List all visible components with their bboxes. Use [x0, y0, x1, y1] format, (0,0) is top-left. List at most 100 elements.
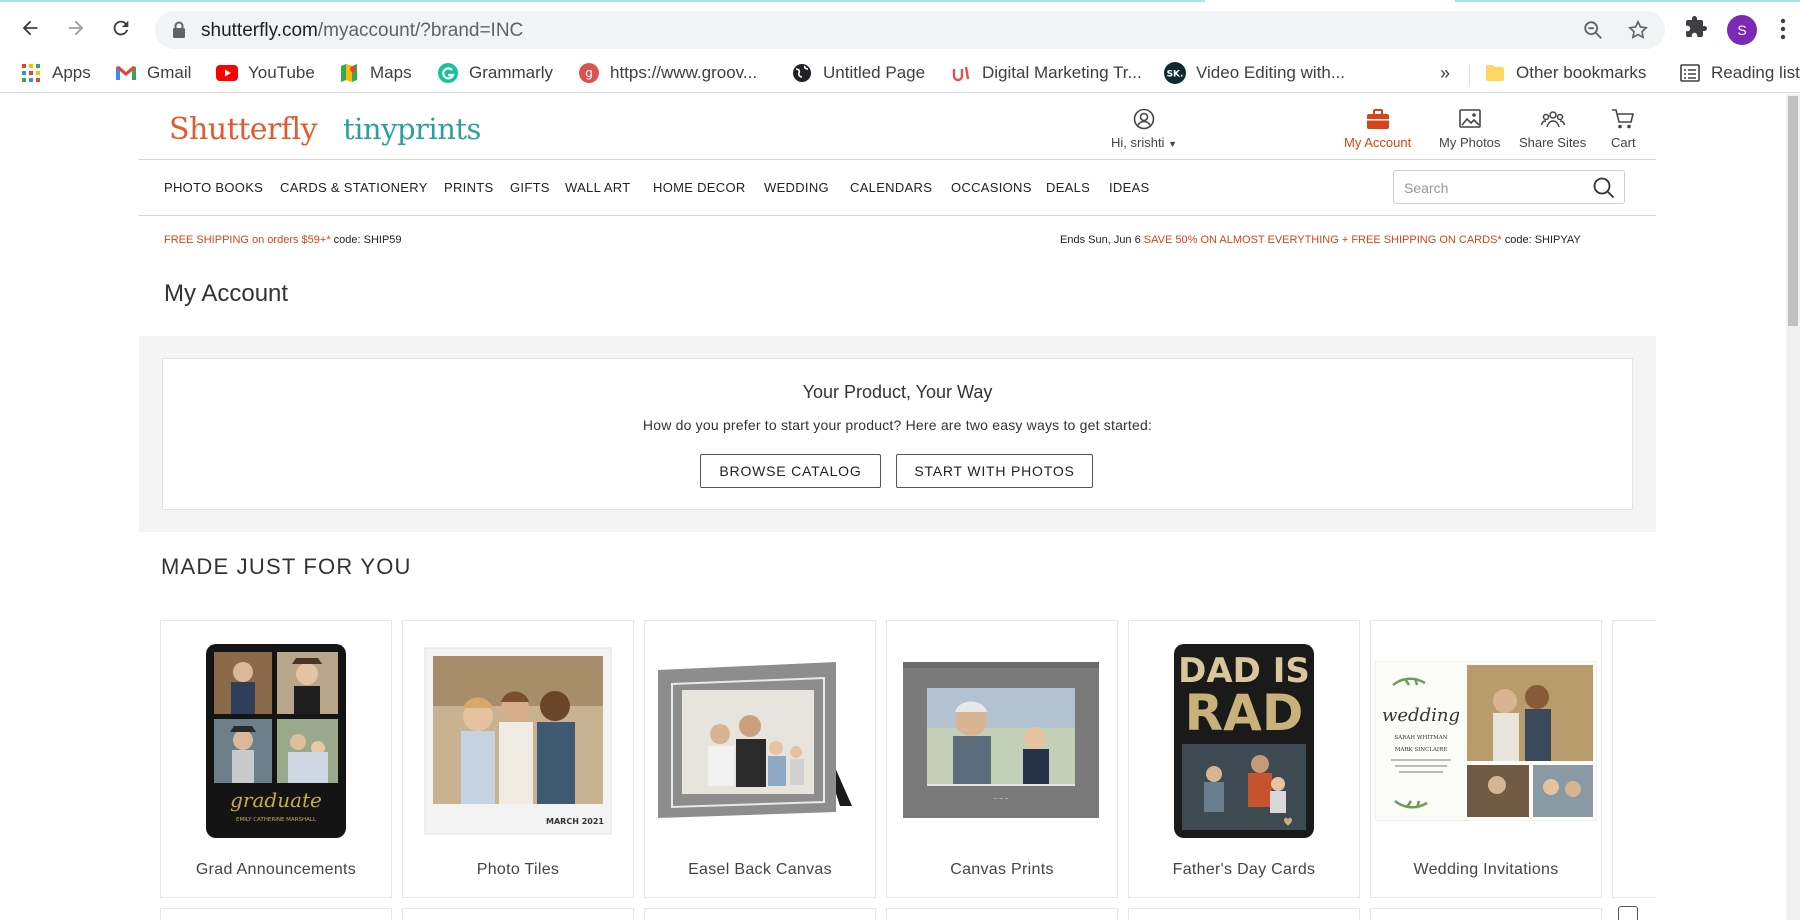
bookmarks-bar: Apps Gmail YouTube Maps Grammarly g http… [0, 53, 1800, 93]
user-icon [1133, 108, 1155, 130]
groove-icon: g [578, 62, 600, 84]
grad-caption-text: graduate [230, 788, 322, 812]
bookmark-grammarly[interactable]: Grammarly [437, 61, 553, 85]
category-nav: PHOTO BOOKS CARDS & STATIONERY PRINTS GI… [139, 160, 1656, 216]
page-title: My Account [164, 280, 289, 307]
page-scrollbar[interactable] [1786, 94, 1800, 920]
my-account-link[interactable]: My Account [1344, 108, 1411, 150]
browser-menu-icon[interactable] [1779, 17, 1787, 41]
product-tile-row2[interactable] [402, 908, 634, 920]
nav-prints[interactable]: PRINTS [444, 180, 493, 195]
address-bar[interactable]: shutterfly.com/myaccount/?brand=INC [155, 11, 1665, 49]
reload-icon [113, 20, 129, 36]
reload-button[interactable] [106, 13, 136, 43]
tile-label: Photo Tiles [476, 861, 560, 878]
bookmark-groove[interactable]: g https://www.groov... [578, 61, 757, 85]
product-carousel: graduate EMILY CATHERINE MARSHALL Grad A… [160, 620, 1656, 920]
nav-ideas[interactable]: IDEAS [1109, 180, 1150, 195]
svg-text:g: g [585, 66, 593, 80]
nav-cards-stationery[interactable]: CARDS & STATIONERY [280, 180, 428, 195]
shutterfly-logo[interactable]: Shutterfly [169, 112, 318, 147]
scrollbar-thumb[interactable] [1788, 96, 1798, 326]
my-photos-link[interactable]: My Photos [1439, 108, 1500, 150]
search-input[interactable] [1404, 178, 1584, 198]
product-tile-next-partial[interactable] [1612, 620, 1656, 898]
cart-link[interactable]: Cart [1611, 108, 1636, 150]
extensions-puzzle-icon[interactable] [1684, 15, 1708, 39]
product-tile-row2[interactable] [160, 908, 392, 920]
bookmark-digital-marketing[interactable]: Digital Marketing Tr... [950, 61, 1142, 85]
bookmark-apps[interactable]: Apps [20, 61, 91, 85]
maps-icon [338, 62, 360, 84]
nav-occasions[interactable]: OCCASIONS [951, 180, 1032, 195]
product-tile-wedding-invitations[interactable]: wedding SARAH WHITMAN MARK SINCLAIRE Wed… [1370, 620, 1602, 898]
product-tile-row2[interactable] [1370, 908, 1602, 920]
carousel-next-checkbox[interactable] [1618, 906, 1638, 920]
nav-home-decor[interactable]: HOME DECOR [653, 180, 746, 195]
bookmark-maps[interactable]: Maps [338, 61, 412, 85]
wedding-invitation-image: wedding SARAH WHITMAN MARK SINCLAIRE [1371, 641, 1601, 841]
back-arrow-icon [22, 20, 38, 36]
bookmark-youtube[interactable]: YouTube [216, 61, 315, 85]
tile-label: Easel Back Canvas [688, 861, 832, 878]
globe-icon [791, 62, 813, 84]
account-greeting-menu[interactable]: Hi, srishti ▼ [1111, 108, 1177, 150]
forward-arrow-icon [68, 20, 84, 36]
bookmark-star-icon[interactable] [1627, 19, 1649, 41]
nav-photo-books[interactable]: PHOTO BOOKS [164, 180, 263, 195]
nav-calendars[interactable]: CALENDARS [850, 180, 932, 195]
bookmarks-overflow-button[interactable]: » [1440, 61, 1450, 85]
zoom-icon[interactable] [1582, 19, 1604, 41]
cart-icon [1612, 109, 1635, 129]
reading-list-icon [1679, 62, 1701, 84]
product-tile-row2[interactable] [886, 908, 1118, 920]
browse-catalog-button[interactable]: BROWSE CATALOG [700, 454, 881, 488]
nav-wall-art[interactable]: WALL ART [565, 180, 631, 195]
site-search [1393, 170, 1625, 204]
udemy-icon [950, 62, 972, 84]
product-tile-photo-tiles[interactable]: MARCH 2021 Photo Tiles [402, 620, 634, 898]
grammarly-icon [437, 62, 459, 84]
nav-deals[interactable]: DEALS [1046, 180, 1090, 195]
search-icon[interactable] [1592, 176, 1616, 200]
back-button[interactable] [15, 13, 45, 43]
product-tile-grad-announcements[interactable]: graduate EMILY CATHERINE MARSHALL Grad A… [160, 620, 392, 898]
start-with-photos-button[interactable]: START WITH PHOTOS [896, 454, 1093, 488]
bookmark-gmail[interactable]: Gmail [115, 61, 191, 85]
nav-wedding[interactable]: WEDDING [764, 180, 829, 195]
nav-gifts[interactable]: GIFTS [510, 180, 550, 195]
web-page: Shutterfly tinyprints Hi, srishti ▼ My A… [0, 94, 1800, 920]
photo-tile-caption: MARCH 2021 [546, 817, 604, 826]
bookmarks-separator [1469, 65, 1470, 85]
product-tile-fathers-day-cards[interactable]: DAD IS RAD Father's Day Cards [1128, 620, 1360, 898]
product-tile-row2[interactable] [644, 908, 876, 920]
tile-label: Grad Announcements [195, 861, 357, 878]
other-bookmarks-folder[interactable]: Other bookmarks [1484, 61, 1646, 85]
bookmark-untitled-page[interactable]: Untitled Page [791, 61, 925, 85]
product-tile-row2[interactable] [1128, 908, 1360, 920]
briefcase-icon [1366, 109, 1389, 129]
svg-text:~ ~ ~: ~ ~ ~ [993, 796, 1009, 802]
photo-tile-image: MARCH 2021 [403, 641, 633, 841]
grad-announcement-image: graduate EMILY CATHERINE MARSHALL [161, 641, 391, 841]
bookmark-video-editing[interactable]: SK. Video Editing with... [1164, 61, 1345, 85]
reading-list-button[interactable]: Reading list [1679, 61, 1800, 85]
wedding-caption-text: wedding [1382, 705, 1460, 726]
card-title: Your Product, Your Way [802, 382, 993, 402]
profile-avatar[interactable]: S [1727, 15, 1757, 45]
url-text: shutterfly.com/myaccount/?brand=INC [201, 20, 524, 41]
promo-sale-banner[interactable]: Ends Sun, Jun 6 SAVE 50% ON ALMOST EVERY… [1060, 234, 1581, 246]
fathers-day-card-image: DAD IS RAD [1129, 641, 1359, 841]
sk-icon: SK. [1164, 62, 1186, 84]
product-tile-canvas-prints[interactable]: ~ ~ ~ Canvas Prints [886, 620, 1118, 898]
forward-button[interactable] [61, 13, 91, 43]
promo-free-shipping[interactable]: FREE SHIPPING on orders $59+* code: SHIP… [164, 234, 402, 246]
wedding-name-2: MARK SINCLAIRE [1395, 747, 1448, 753]
grad-name-text: EMILY CATHERINE MARSHALL [236, 817, 317, 823]
share-sites-link[interactable]: Share Sites [1519, 108, 1586, 150]
tinyprints-logo[interactable]: tinyprints [343, 112, 481, 146]
easel-canvas-image [645, 641, 875, 841]
canvas-print-image: ~ ~ ~ [887, 641, 1117, 841]
product-tile-easel-back-canvas[interactable]: Easel Back Canvas [644, 620, 876, 898]
tile-label: Wedding Invitations [1413, 861, 1559, 878]
